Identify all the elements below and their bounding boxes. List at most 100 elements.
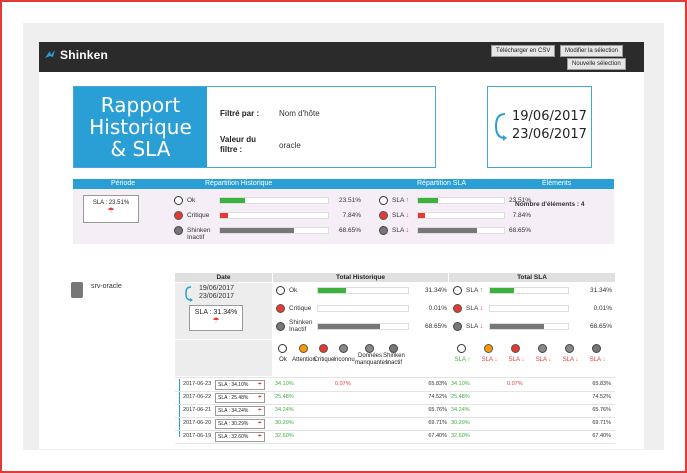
host-history-label: Ok (289, 287, 298, 294)
arrow-up-icon: ↑ (479, 287, 484, 294)
warning-icon (299, 344, 308, 353)
history-total-header: Total Historique (273, 273, 448, 282)
filter-value-value: oracle (279, 141, 301, 150)
row-sla-chip: SLA : 32.60% ☂ (215, 432, 265, 442)
row-sla-chip: SLA : 34.24% ☂ (215, 406, 265, 416)
shinken-logo-icon (45, 50, 55, 58)
inactive-icon (453, 322, 462, 331)
host-sla-chip: SLA : 31.34% ☂ (189, 305, 243, 331)
top-bar: Shinken Télécharger en CSV Modifier la s… (39, 42, 644, 72)
row-critical: 0.07% (335, 381, 351, 387)
host-history-bar-fill (318, 288, 347, 293)
critical-icon (276, 304, 285, 313)
table-row[interactable]: 2017-06-19 SLA : 32.60% ☂ 32.60% 67.40% 32.60… (175, 431, 615, 444)
status-col-label: Inconnu (333, 357, 355, 363)
filter-value-label-1: Valeur du (220, 135, 257, 144)
row-sla-text: SLA : 34.24% (218, 408, 249, 414)
row-sla-chip: SLA : 30.29% ☂ (215, 419, 265, 429)
ok-icon (276, 286, 285, 295)
sla-col-label: SLA ↓ (589, 357, 606, 363)
host-sla-bar-track (489, 305, 569, 312)
row-divider (175, 443, 615, 444)
row-sla-text: SLA : 34.10% (218, 382, 249, 388)
row-sla-text: SLA : 25.48% (218, 395, 249, 401)
download-csv-button[interactable]: Télécharger en CSV (491, 45, 556, 57)
table-row[interactable]: 2017-06-20 SLA : 30.29% ☂ 30.29% 69.71% 30.29… (175, 418, 615, 431)
sla-row-text: SLA (392, 227, 406, 234)
report-title-card: Rapport Historique & SLA Filtré par : No… (73, 86, 436, 168)
report-canvas: Shinken Télécharger en CSV Modifier la s… (23, 23, 664, 450)
table-divider (175, 377, 615, 378)
table-row[interactable]: 2017-06-21 SLA : 34.24% ☂ 34.24% 65.76% 34.24… (175, 405, 615, 418)
inactive-icon (592, 344, 601, 353)
table-row[interactable]: 2017-06-22 SLA : 25.48% ☂ 25.48% 74.52% 25.48… (175, 392, 615, 405)
row-sla-inactive: 67.40% (592, 433, 611, 439)
logo-text: Shinken (60, 48, 109, 62)
host-name[interactable]: srv-oracle (91, 283, 122, 290)
row-sla-inactive: 65.76% (592, 407, 611, 413)
date-start: 19/06/2017 (512, 109, 587, 124)
history-row-label: Ok (187, 197, 196, 204)
row-sla-inactive: 65.83% (592, 381, 611, 387)
sla-bar-fill (418, 198, 439, 203)
history-row-pct: 7.84% (342, 212, 361, 219)
row-sla-ok: 34.24% (451, 407, 470, 413)
row-sla-ok: 25.48% (451, 394, 470, 400)
status-col-label: Shinken Inactif (383, 353, 405, 366)
storm-icon: ☂ (257, 408, 262, 414)
ok-icon (174, 196, 183, 205)
sla-col-label: SLA ↓ (481, 357, 498, 363)
row-inactive: 67.40% (428, 433, 447, 439)
row-sla-text: SLA : 30.29% (218, 421, 249, 427)
history-bar-fill (220, 228, 295, 233)
ok-icon (379, 196, 388, 205)
sla-distribution-header: Répartition SLA (417, 180, 467, 187)
row-ok: 34.10% (275, 381, 294, 387)
report-title-line-2: Historique (89, 115, 192, 139)
sla-row-label: SLA ↑ (392, 197, 409, 204)
unknown-icon (339, 344, 348, 353)
row-sla-chip: SLA : 34.10% ☂ (215, 380, 265, 390)
status-header-spacer (175, 340, 272, 376)
row-sla-ok: 32.60% (451, 433, 470, 439)
history-row-pct: 23.51% (338, 197, 361, 204)
host-sla-label: SLA ↓ (466, 305, 483, 312)
sla-col-label: SLA ↑ (454, 357, 471, 363)
ok-icon (453, 286, 462, 295)
row-sla-text: SLA : 32.60% (218, 434, 249, 440)
host-sla-bar-fill (490, 288, 515, 293)
host-sla-text: SLA (466, 305, 480, 312)
modify-selection-button[interactable]: Modifier la sélection (560, 45, 624, 57)
critical-icon (453, 304, 462, 313)
missing-data-icon (565, 344, 574, 353)
host-history-bar-track (317, 305, 409, 312)
arrow-up-icon: ↑ (405, 197, 410, 204)
row-sla-ok: 34.10% (451, 381, 470, 387)
row-sla-critical: 0.07% (507, 381, 523, 387)
status-col-label: Ok (279, 357, 287, 363)
host-sla-label: SLA ↓ (466, 323, 483, 330)
storm-icon: ☂ (257, 382, 262, 388)
history-row-pct: 68.65% (338, 227, 361, 234)
shinken-logo: Shinken (43, 48, 108, 62)
table-row[interactable]: 2017-06-23 SLA : 34.10% ☂ 34.10% 0.07% 65.83%… (175, 379, 615, 392)
inactive-icon (276, 322, 285, 331)
sla-row-pct: 68.65% (508, 227, 531, 234)
storm-icon: ☂ (257, 421, 262, 427)
row-sla-chip: SLA : 25.48% ☂ (215, 393, 265, 403)
history-distribution-header: Répartition Historique (205, 180, 273, 187)
elements-header: Éléments (542, 180, 572, 187)
row-date: 2017-06-19 (183, 433, 212, 439)
history-bar-fill (220, 213, 229, 218)
row-inactive: 65.76% (428, 407, 447, 413)
sla-col-label: SLA ↓ (508, 357, 525, 363)
new-selection-button[interactable]: Nouvelle sélection (567, 58, 626, 70)
inactive-icon (389, 344, 398, 353)
ok-icon (278, 344, 287, 353)
inactive-icon (379, 226, 388, 235)
host-history-bar-fill (318, 324, 380, 329)
host-sla-text: SLA (466, 287, 480, 294)
history-bar-track (219, 227, 329, 234)
warning-icon (484, 344, 493, 353)
arrow-down-icon: ↓ (405, 227, 410, 234)
